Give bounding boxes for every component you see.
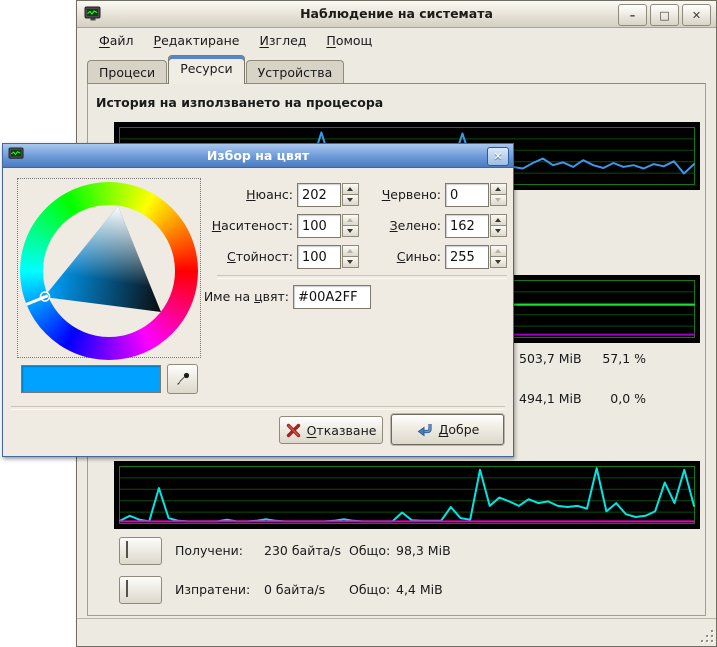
green-spinner <box>490 214 507 238</box>
sv-triangle[interactable] <box>18 179 202 359</box>
tabbar: Процеси Ресурси Устройства <box>77 54 716 84</box>
current-color-swatch <box>21 365 161 393</box>
sent-label: Изпратени: <box>175 582 250 597</box>
tab-devices[interactable]: Устройства <box>246 60 345 84</box>
received-color-button[interactable] <box>119 537 162 565</box>
color-name-input[interactable] <box>293 285 371 309</box>
menu-edit[interactable]: Редактиране <box>144 30 250 51</box>
hue-marker[interactable] <box>27 296 48 305</box>
cancel-x-icon <box>286 423 301 438</box>
memory-percent: 57,1 % <box>568 351 646 366</box>
swap-percent: 0,0 % <box>568 391 646 406</box>
cpu-section-header: История на използването на процесора <box>96 95 383 110</box>
color-picker-dialog: Избор на цвят ✕ Нюанс: Наси <box>2 143 514 457</box>
ok-enter-icon <box>416 422 433 437</box>
menu-help[interactable]: Помощ <box>316 30 382 51</box>
red-spinner <box>490 183 507 207</box>
resize-grip[interactable] <box>700 630 713 643</box>
tab-resources[interactable]: Ресурси <box>168 55 244 84</box>
red-input[interactable] <box>445 183 489 207</box>
cancel-button[interactable]: Отказване <box>279 416 383 444</box>
sent-total-label: Общо: <box>349 582 390 597</box>
blue-label: Синьо: <box>333 245 441 269</box>
sent-color-button[interactable] <box>119 576 162 604</box>
received-label: Получени: <box>175 543 243 558</box>
tab-processes[interactable]: Процеси <box>87 60 167 84</box>
menubar: Файл Редактиране Изглед Помощ <box>77 28 716 52</box>
maximize-button[interactable]: □ <box>650 4 679 26</box>
received-total: 98,3 MiB <box>396 543 451 558</box>
dialog-titlebar[interactable]: Избор на цвят ✕ <box>3 144 513 168</box>
main-titlebar[interactable]: Наблюдение на системата – □ ✕ <box>77 1 716 28</box>
statusbar <box>77 618 716 646</box>
hue-label: Нюанс: <box>183 183 293 207</box>
sent-total: 4,4 MiB <box>396 582 443 597</box>
eyedropper-icon <box>175 371 191 387</box>
green-down-button[interactable] <box>490 225 507 237</box>
dialog-title: Избор на цвят <box>3 148 513 163</box>
hsv-wheel-box <box>17 178 201 358</box>
red-down-button[interactable] <box>490 194 507 206</box>
eyedropper-button[interactable] <box>167 364 198 394</box>
received-color-swatch <box>126 541 128 558</box>
network-history-chart <box>114 461 700 529</box>
received-rate: 230 байта/s <box>264 543 341 558</box>
window-controls: – □ ✕ <box>618 4 711 26</box>
menu-file[interactable]: Файл <box>89 30 144 51</box>
dialog-close-button[interactable]: ✕ <box>487 147 509 166</box>
ok-button-label: Добре <box>439 422 480 437</box>
network-sent-row: Изпратени: 0 байта/s Общо: 4,4 MiB <box>119 576 639 606</box>
blue-down-button[interactable] <box>490 256 507 268</box>
network-received-row: Получени: 230 байта/s Общо: 98,3 MiB <box>119 537 639 567</box>
sent-rate: 0 байта/s <box>264 582 325 597</box>
ok-button[interactable]: Добре <box>391 414 504 445</box>
color-name-label: Име на цвят: <box>163 285 289 309</box>
action-separator <box>11 406 505 410</box>
saturation-label: Наситеност: <box>183 214 293 238</box>
red-label: Червено: <box>333 183 441 207</box>
cancel-button-label: Отказване <box>307 423 377 438</box>
green-input[interactable] <box>445 214 489 238</box>
received-total-label: Общо: <box>349 543 390 558</box>
sent-color-swatch <box>126 580 128 597</box>
close-button[interactable]: ✕ <box>682 4 711 26</box>
minimize-button[interactable]: – <box>618 4 647 26</box>
blue-input[interactable] <box>445 245 489 269</box>
fields-separator <box>217 275 507 279</box>
blue-spinner <box>490 245 507 269</box>
green-label: Зелено: <box>333 214 441 238</box>
menu-view[interactable]: Изглед <box>250 30 317 51</box>
value-label: Стойност: <box>183 245 293 269</box>
